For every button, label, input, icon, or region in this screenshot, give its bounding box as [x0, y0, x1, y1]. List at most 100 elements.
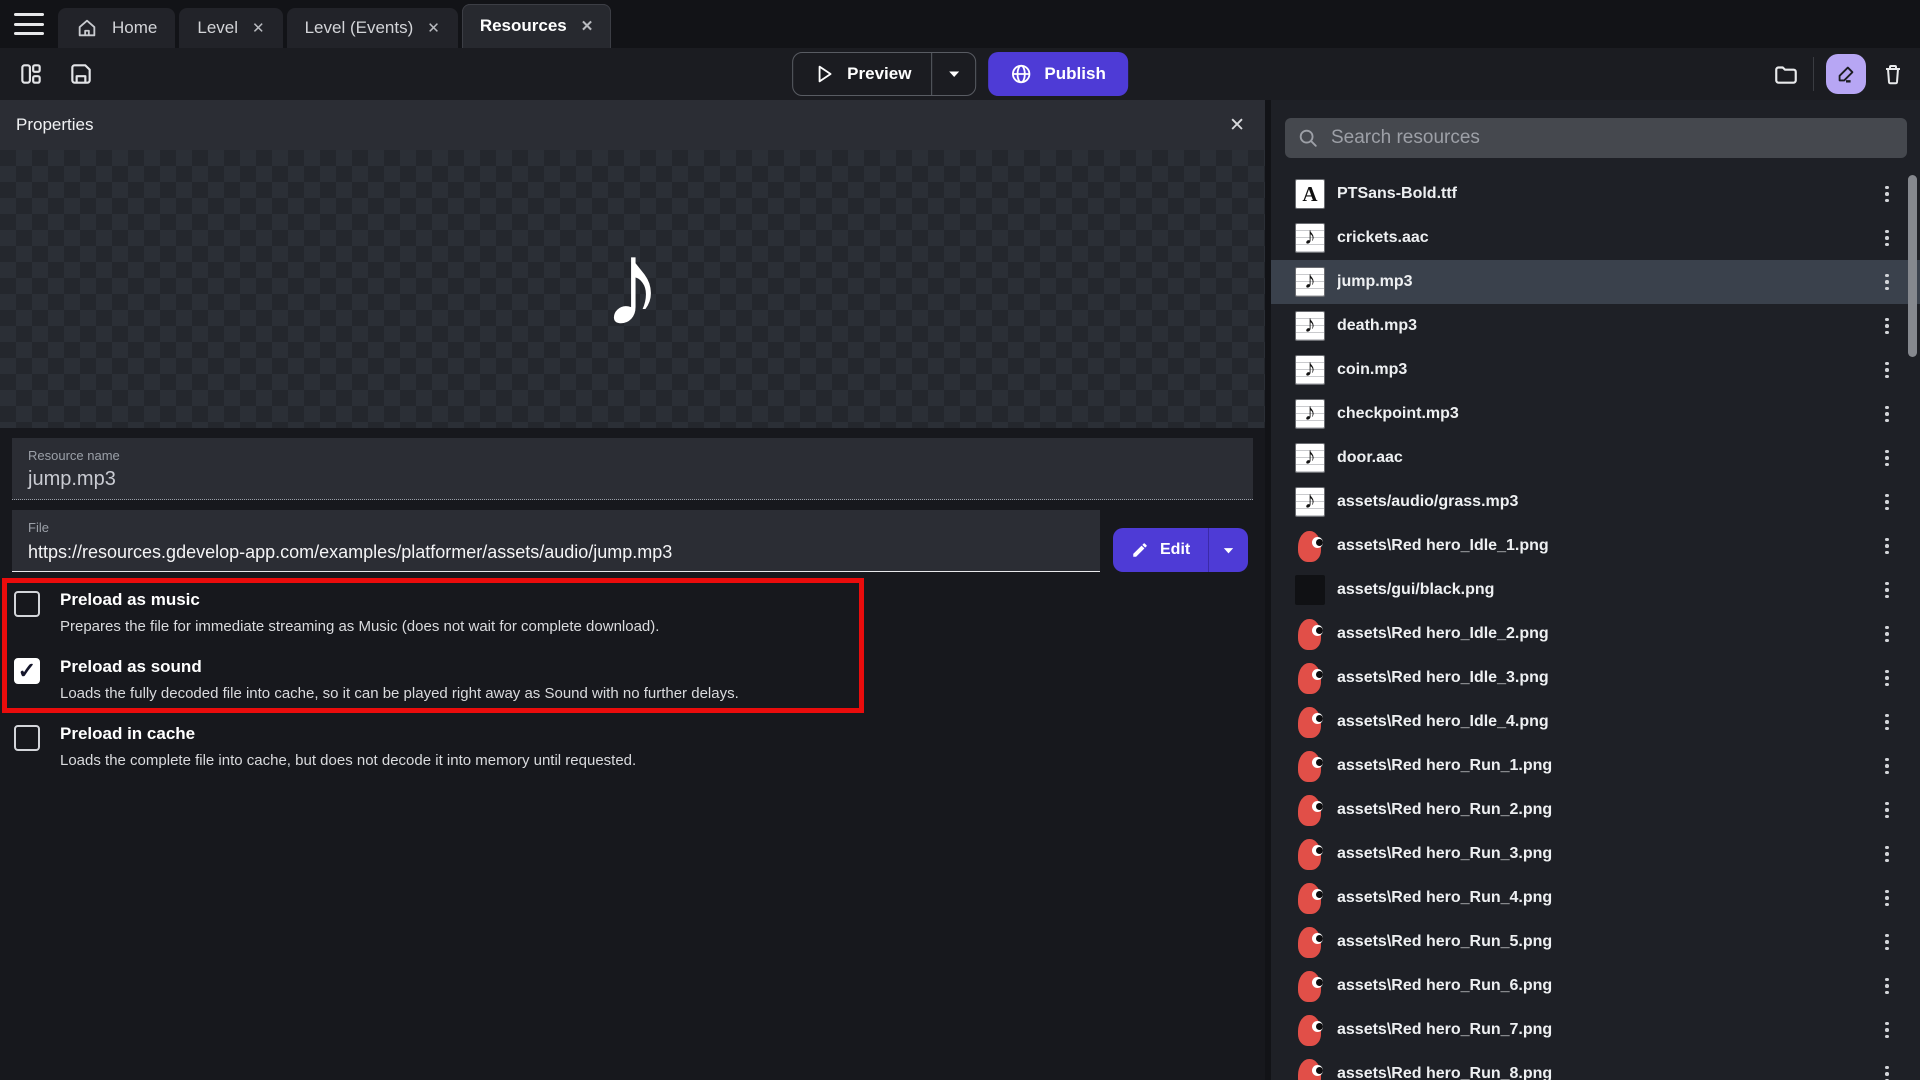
option-preload-in-cache: Preload in cacheLoads the complete file … — [0, 721, 1000, 779]
resource-row[interactable]: ♪assets/audio/grass.mp3 — [1271, 480, 1920, 524]
preview-button[interactable]: Preview — [792, 52, 976, 96]
kebab-menu-icon[interactable] — [1880, 934, 1894, 951]
save-icon[interactable] — [66, 59, 96, 89]
search-bar[interactable] — [1285, 118, 1907, 158]
kebab-menu-icon[interactable] — [1880, 1022, 1894, 1039]
open-folder-icon[interactable] — [1771, 59, 1801, 89]
image-file-icon — [1298, 839, 1322, 870]
kebab-menu-icon[interactable] — [1880, 230, 1894, 247]
edit-properties-toggle-button[interactable] — [1826, 54, 1866, 94]
kebab-menu-icon[interactable] — [1880, 538, 1894, 555]
resource-file-icon-wrap — [1295, 707, 1325, 737]
tab-close-icon[interactable]: ✕ — [581, 19, 594, 34]
kebab-menu-icon[interactable] — [1880, 494, 1894, 511]
kebab-menu-icon[interactable] — [1880, 890, 1894, 907]
option-preload-as-music: Preload as musicPrepares the file for im… — [0, 587, 1000, 645]
option-description: Loads the fully decoded file into cache,… — [60, 684, 1000, 704]
edit-file-button[interactable]: Edit — [1113, 528, 1248, 572]
image-file-icon — [1298, 927, 1322, 958]
edit-file-button-main[interactable]: Edit — [1113, 528, 1208, 572]
main-menu-icon[interactable] — [14, 13, 44, 35]
kebab-menu-icon[interactable] — [1880, 274, 1894, 291]
resource-file-icon-wrap — [1295, 1059, 1325, 1080]
resource-row[interactable]: assets\Red hero_Idle_1.png — [1271, 524, 1920, 568]
search-input[interactable] — [1331, 127, 1895, 149]
resource-file-icon-wrap — [1295, 531, 1325, 561]
option-preload-as-sound: Preload as soundLoads the fully decoded … — [0, 654, 1000, 712]
tab-home[interactable]: Home — [58, 8, 175, 48]
resource-row[interactable]: assets\Red hero_Run_7.png — [1271, 1008, 1920, 1052]
resource-name: assets\Red hero_Run_1.png — [1337, 757, 1868, 775]
edit-file-dropdown[interactable] — [1208, 528, 1248, 572]
kebab-menu-icon[interactable] — [1880, 670, 1894, 687]
kebab-menu-icon[interactable] — [1880, 406, 1894, 423]
kebab-menu-icon[interactable] — [1880, 318, 1894, 335]
resource-row[interactable]: assets\Red hero_Run_6.png — [1271, 964, 1920, 1008]
resource-file-icon-wrap: ♪ — [1295, 311, 1325, 341]
resource-row[interactable]: assets\Red hero_Idle_2.png — [1271, 612, 1920, 656]
kebab-menu-icon[interactable] — [1880, 758, 1894, 775]
resource-row[interactable]: assets\Red hero_Run_4.png — [1271, 876, 1920, 920]
publish-button[interactable]: Publish — [988, 52, 1127, 96]
kebab-menu-icon[interactable] — [1880, 1066, 1894, 1080]
kebab-menu-icon[interactable] — [1880, 582, 1894, 599]
resource-file-icon-wrap — [1295, 575, 1325, 605]
resource-name: checkpoint.mp3 — [1337, 405, 1868, 423]
resource-file-icon-wrap — [1295, 663, 1325, 693]
resource-row[interactable]: assets\Red hero_Idle_3.png — [1271, 656, 1920, 700]
checkbox-preload-as-sound[interactable] — [14, 658, 40, 684]
resource-row[interactable]: assets/gui/black.png — [1271, 568, 1920, 612]
kebab-menu-icon[interactable] — [1880, 978, 1894, 995]
kebab-menu-icon[interactable] — [1880, 362, 1894, 379]
audio-file-icon: ♪ — [1295, 355, 1325, 385]
resource-row[interactable]: assets\Red hero_Run_1.png — [1271, 744, 1920, 788]
resource-row[interactable]: assets\Red hero_Idle_4.png — [1271, 700, 1920, 744]
black-image-file-icon — [1295, 575, 1325, 605]
kebab-menu-icon[interactable] — [1880, 450, 1894, 467]
checkbox-preload-in-cache[interactable] — [14, 725, 40, 751]
option-description: Prepares the file for immediate streamin… — [60, 617, 1000, 637]
tab-label: Resources — [480, 16, 567, 36]
resource-row[interactable]: assets\Red hero_Run_5.png — [1271, 920, 1920, 964]
tab-label: Level (Events) — [305, 18, 414, 38]
option-description: Loads the complete file into cache, but … — [60, 751, 1000, 771]
search-icon — [1297, 127, 1319, 149]
scrollbar-thumb[interactable] — [1908, 175, 1917, 357]
toolbar-right — [1771, 48, 1908, 100]
resource-row[interactable]: ♪crickets.aac — [1271, 216, 1920, 260]
font-file-icon: A — [1295, 179, 1325, 209]
open-projects-panel-icon[interactable] — [16, 59, 46, 89]
kebab-menu-icon[interactable] — [1880, 846, 1894, 863]
kebab-menu-icon[interactable] — [1880, 626, 1894, 643]
tab-level-events[interactable]: Level (Events) ✕ — [287, 8, 458, 48]
close-icon[interactable]: ✕ — [1229, 116, 1245, 135]
resource-name-field[interactable]: Resource name jump.mp3 — [12, 438, 1253, 500]
music-note-icon: ♪ — [603, 224, 663, 344]
resource-row[interactable]: ♪death.mp3 — [1271, 304, 1920, 348]
tab-close-icon[interactable]: ✕ — [252, 21, 265, 36]
resource-row[interactable]: ♪coin.mp3 — [1271, 348, 1920, 392]
resource-row[interactable]: APTSans-Bold.ttf — [1271, 172, 1920, 216]
resource-row[interactable]: assets\Red hero_Run_8.png — [1271, 1052, 1920, 1080]
preview-options-dropdown[interactable] — [931, 53, 975, 95]
tab-bar: HomeLevel✕ Level (Events) ✕ Resources ✕ — [0, 0, 1920, 48]
tab-resources[interactable]: Resources ✕ — [462, 4, 612, 48]
tab-close-icon[interactable]: ✕ — [427, 21, 440, 36]
kebab-menu-icon[interactable] — [1880, 186, 1894, 203]
checkbox-preload-as-music[interactable] — [14, 591, 40, 617]
resource-row[interactable]: ♪checkpoint.mp3 — [1271, 392, 1920, 436]
preview-button-main[interactable]: Preview — [793, 53, 931, 95]
file-field[interactable]: File https://resources.gdevelop-app.com/… — [12, 510, 1100, 572]
globe-icon — [1010, 63, 1032, 85]
resource-row[interactable]: assets\Red hero_Run_3.png — [1271, 832, 1920, 876]
resource-row[interactable]: assets\Red hero_Run_2.png — [1271, 788, 1920, 832]
toolbar-center: Preview Publish — [792, 48, 1128, 100]
kebab-menu-icon[interactable] — [1880, 802, 1894, 819]
tab-level[interactable]: Level✕ — [179, 8, 282, 48]
resource-row[interactable]: ♪door.aac — [1271, 436, 1920, 480]
kebab-menu-icon[interactable] — [1880, 714, 1894, 731]
resource-row[interactable]: ♪jump.mp3 — [1271, 260, 1920, 304]
delete-icon[interactable] — [1878, 59, 1908, 89]
resource-file-icon-wrap — [1295, 619, 1325, 649]
resource-preview: ♪ — [0, 150, 1265, 428]
